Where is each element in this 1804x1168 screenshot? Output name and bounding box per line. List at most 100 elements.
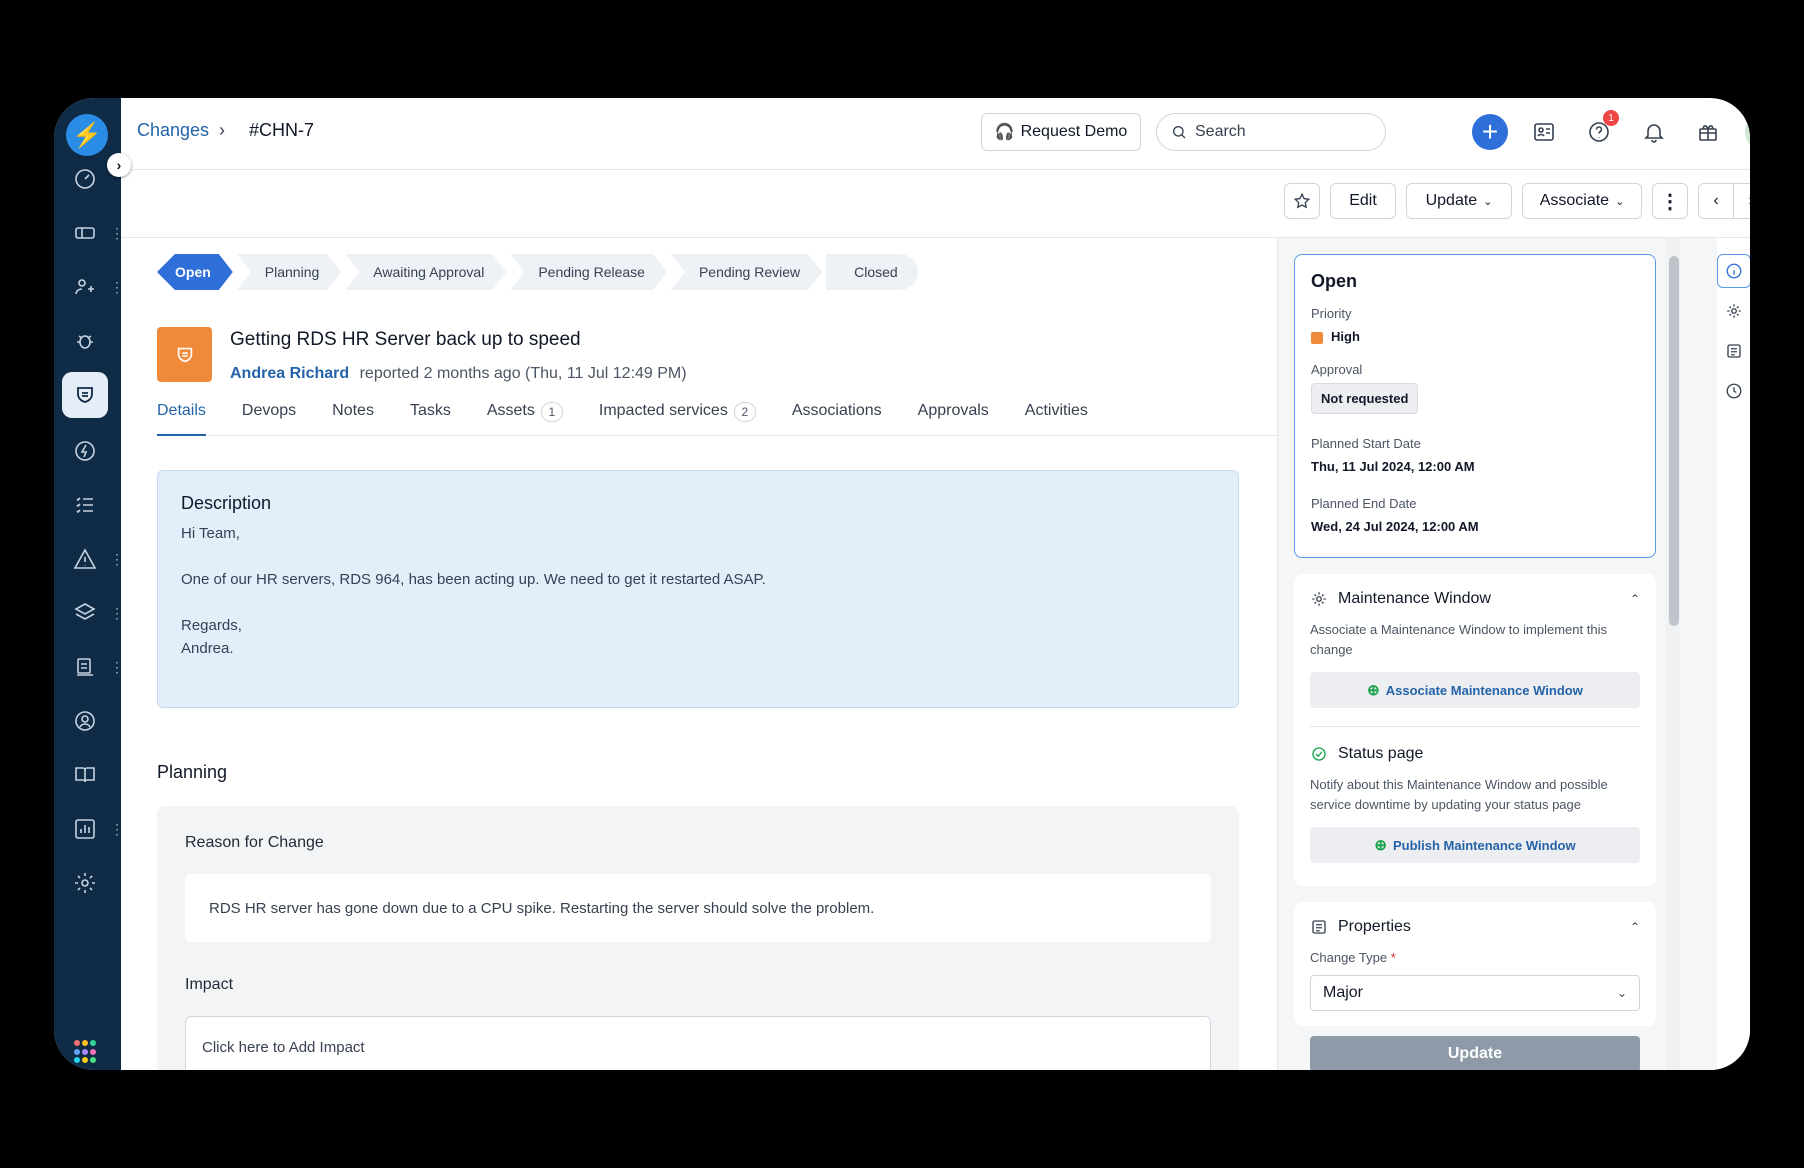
breadcrumb-separator-icon: › xyxy=(219,120,225,140)
change-type-icon xyxy=(157,327,212,382)
associate-dropdown-button[interactable]: Associate ⌄ xyxy=(1522,183,1642,219)
status-label: Open xyxy=(1311,271,1358,291)
sidebar-item-problems[interactable] xyxy=(62,318,108,364)
tab-activities[interactable]: Activities xyxy=(1025,396,1088,436)
chevron-down-icon: ⌄ xyxy=(1483,195,1493,208)
rail-history-button[interactable] xyxy=(1717,374,1750,408)
tab-impacted-services[interactable]: Impacted services 2 xyxy=(599,396,756,436)
sidebar-item-assets[interactable] xyxy=(62,590,108,636)
stage-open[interactable]: Open xyxy=(157,254,233,290)
change-type-select[interactable]: Major ⌄ xyxy=(1310,975,1640,1011)
reason-for-change-field[interactable]: RDS HR server has gone down due to a CPU… xyxy=(185,874,1211,942)
tab-tasks[interactable]: Tasks xyxy=(410,396,451,436)
right-panel: Open Priority High Approval Not requeste… xyxy=(1277,238,1717,1070)
stamp-icon xyxy=(77,658,93,676)
sidebar-item-tasks[interactable] xyxy=(62,482,108,528)
sidebar: ⚡ › ⋮ ⋮ ⋮ ⋮ ⋮ ⋮ xyxy=(54,98,131,1070)
tab-label: Impacted services xyxy=(598,402,728,419)
chevron-down-icon: ⌄ xyxy=(1616,986,1627,1000)
description-body: One of our HR servers, RDS 964, has been… xyxy=(181,571,766,588)
more-actions-button[interactable]: ⋮ xyxy=(1652,183,1688,219)
properties-update-button[interactable]: Update xyxy=(1310,1036,1640,1070)
sidebar-item-tickets[interactable] xyxy=(62,210,108,256)
impact-field[interactable]: Click here to Add Impact xyxy=(185,1016,1211,1070)
notepad-icon xyxy=(1727,344,1741,358)
tab-associations[interactable]: Associations xyxy=(792,396,882,436)
properties-header[interactable]: Properties ⌃ xyxy=(1310,918,1640,936)
stage-planning[interactable]: Planning xyxy=(237,254,342,290)
previous-ticket-button[interactable]: ‹ xyxy=(1698,183,1734,219)
stage-closed[interactable]: Closed xyxy=(826,254,918,290)
tab-notes[interactable]: Notes xyxy=(332,396,374,436)
sidebar-item-solutions[interactable] xyxy=(62,752,108,798)
add-new-button[interactable]: + xyxy=(1472,114,1508,150)
stage-pending-release[interactable]: Pending Release xyxy=(510,254,667,290)
description-greeting: Hi Team, xyxy=(181,525,240,542)
contact-card-button[interactable] xyxy=(1526,114,1562,150)
maintenance-window-header[interactable]: Maintenance Window ⌃ xyxy=(1310,590,1640,608)
sidebar-item-contacts[interactable] xyxy=(62,264,108,310)
tab-approvals[interactable]: Approvals xyxy=(918,396,989,436)
rail-notes-button[interactable] xyxy=(1717,334,1750,368)
ticket-icon xyxy=(75,227,95,239)
edit-button[interactable]: Edit xyxy=(1330,183,1396,219)
stage-pending-review[interactable]: Pending Review xyxy=(671,254,822,290)
app-window: ⚡ › ⋮ ⋮ ⋮ ⋮ ⋮ ⋮ Changes › #CHN-7 🎧 Reque… xyxy=(54,98,1750,1070)
help-button[interactable]: 1 xyxy=(1581,110,1619,150)
favorite-button[interactable] xyxy=(1284,183,1320,219)
request-demo-button[interactable]: 🎧 Request Demo xyxy=(981,113,1141,151)
sidebar-item-reports[interactable] xyxy=(62,806,108,852)
plus-icon: + xyxy=(1481,116,1499,147)
tab-devops[interactable]: Devops xyxy=(242,396,296,436)
headset-icon: 🎧 xyxy=(994,124,1015,141)
app-switcher-grid-icon[interactable] xyxy=(74,1040,98,1064)
next-ticket-button[interactable]: › xyxy=(1733,183,1750,219)
tab-count-badge: 2 xyxy=(733,402,756,422)
description-card[interactable]: Description Hi Team, One of our HR serve… xyxy=(157,470,1239,708)
tab-assets[interactable]: Assets 1 xyxy=(487,396,563,436)
sidebar-item-alerts[interactable] xyxy=(62,536,108,582)
rail-info-button[interactable] xyxy=(1717,254,1750,288)
associate-maintenance-window-button[interactable]: ⊕ Associate Maintenance Window xyxy=(1310,672,1640,708)
panel-scrollbar-thumb[interactable] xyxy=(1669,256,1679,626)
gauge-icon xyxy=(75,169,95,189)
status-page-header: Status page xyxy=(1310,745,1640,763)
sidebar-item-purchase[interactable] xyxy=(62,644,108,690)
user-switch-icon xyxy=(75,279,94,295)
detail-tabs: Details Devops Notes Tasks Assets 1 Impac… xyxy=(157,396,1277,436)
ticket-meta: Andrea Richard reported 2 months ago (Th… xyxy=(230,365,687,383)
publish-maintenance-window-button[interactable]: ⊕ Publish Maintenance Window xyxy=(1310,827,1640,863)
stage-awaiting-approval[interactable]: Awaiting Approval xyxy=(345,254,506,290)
sidebar-item-releases[interactable] xyxy=(62,428,108,474)
rail-settings-button[interactable] xyxy=(1717,294,1750,328)
user-avatar[interactable]: A xyxy=(1745,114,1750,150)
info-icon xyxy=(1726,263,1742,279)
clock-icon xyxy=(1726,383,1742,399)
author-link[interactable]: Andrea Richard xyxy=(230,365,349,382)
reason-for-change-label: Reason for Change xyxy=(185,834,324,851)
sidebar-item-settings[interactable] xyxy=(62,860,108,906)
sidebar-expand-chevron-icon[interactable]: › xyxy=(107,153,131,177)
gift-icon xyxy=(1699,125,1717,141)
update-dropdown-button[interactable]: Update ⌄ xyxy=(1406,183,1512,219)
sidebar-item-changes[interactable] xyxy=(62,372,108,418)
planned-start-label: Planned Start Date xyxy=(1311,436,1421,451)
sidebar-item-dashboard[interactable] xyxy=(62,156,108,202)
gear-icon xyxy=(1727,304,1741,318)
marketplace-button[interactable] xyxy=(1690,114,1726,150)
breadcrumb-changes-link[interactable]: Changes xyxy=(137,120,209,141)
search-input[interactable]: Search xyxy=(1156,113,1386,151)
chevron-up-icon[interactable]: ⌃ xyxy=(1630,920,1640,934)
tab-details[interactable]: Details xyxy=(157,396,206,436)
impact-placeholder: Click here to Add Impact xyxy=(202,1039,365,1056)
tab-count-badge: 1 xyxy=(540,402,563,422)
bug-icon xyxy=(77,335,93,349)
breadcrumb-current: #CHN-7 xyxy=(249,120,315,140)
chevron-up-icon[interactable]: ⌃ xyxy=(1630,592,1640,606)
notifications-button[interactable] xyxy=(1636,114,1672,150)
sidebar-item-service-catalog[interactable] xyxy=(62,698,108,744)
tab-label: Tasks xyxy=(409,402,451,419)
bell-icon xyxy=(1644,124,1664,143)
planned-start-value: Thu, 11 Jul 2024, 12:00 AM xyxy=(1311,459,1475,474)
lightning-logo-icon[interactable]: ⚡ xyxy=(66,114,108,156)
